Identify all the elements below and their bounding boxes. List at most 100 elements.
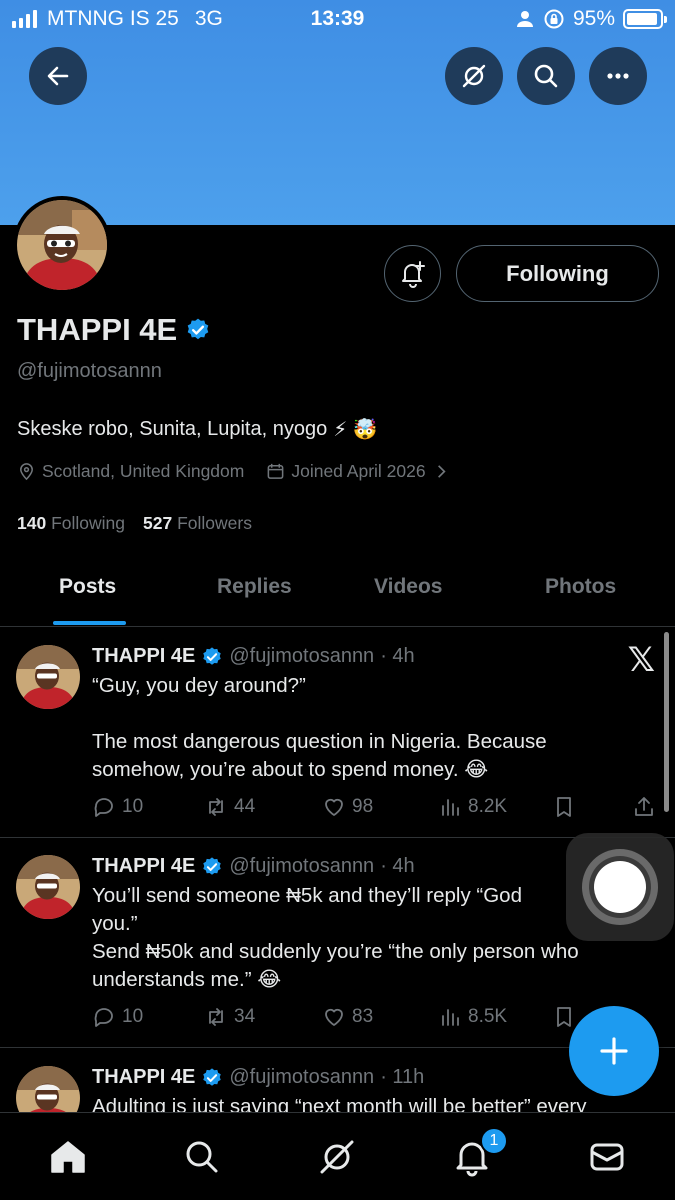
tab-replies[interactable]: Replies xyxy=(217,575,292,599)
views-button[interactable]: 8.2K xyxy=(438,795,507,819)
view-count: 8.5K xyxy=(468,1006,508,1027)
post-actions: 10 44 98 8.2K xyxy=(92,795,662,825)
bio-text: Skeske robo, Sunita, Lupita, nyogo xyxy=(17,418,328,440)
calendar-icon xyxy=(267,463,284,479)
like-count: 83 xyxy=(352,1006,374,1027)
post-text-line: Adulting is just saying “next month will… xyxy=(92,1095,587,1112)
arrow-left-icon xyxy=(47,66,69,86)
post-author-handle: @fujimotosannn xyxy=(229,645,375,667)
post-text-line: somehow, you’re about to spend money. 😂 xyxy=(92,758,489,781)
reply-icon xyxy=(94,1008,113,1027)
post-avatar[interactable] xyxy=(16,1066,80,1112)
post-text-line: understands me.” 😂 xyxy=(92,968,282,991)
profile-location: Scotland, United Kingdom xyxy=(42,461,245,481)
back-button[interactable] xyxy=(29,47,87,105)
views-icon xyxy=(442,799,459,816)
tab-videos[interactable]: Videos xyxy=(374,575,442,599)
status-bar: MTNNG IS 25 3G 13:39 95% xyxy=(0,0,675,38)
repost-button[interactable]: 34 xyxy=(204,1005,255,1029)
search-icon xyxy=(534,64,558,88)
post-author-handle: @fujimotosannn xyxy=(229,1066,375,1088)
assistive-touch-button[interactable] xyxy=(566,833,674,941)
tab-posts[interactable]: Posts xyxy=(59,575,116,599)
verified-badge-icon xyxy=(203,1067,222,1086)
reply-icon xyxy=(94,798,113,817)
verified-badge-icon[interactable] xyxy=(185,317,211,343)
post-text-line xyxy=(92,700,652,728)
bell-plus-icon xyxy=(401,260,425,288)
post-text: Adulting is just saying “next month will… xyxy=(92,1093,652,1112)
post-author-name[interactable]: THAPPI 4E xyxy=(92,1066,195,1089)
share-icon xyxy=(635,797,653,816)
views-icon xyxy=(442,1009,459,1026)
post-header: THAPPI 4E @fujimotosannn · 11h xyxy=(92,1066,424,1089)
post-time: · 4h xyxy=(380,645,415,667)
notify-bell-button[interactable] xyxy=(384,245,441,302)
repost-icon xyxy=(209,798,223,816)
chevron-right-icon[interactable] xyxy=(432,462,451,481)
post-author-name[interactable]: THAPPI 4E xyxy=(92,645,195,668)
profile-joined: Joined April 2026 xyxy=(291,461,426,481)
repost-button[interactable]: 44 xyxy=(204,795,255,819)
post[interactable]: THAPPI 4E @fujimotosannn · 4h 𝕏 “Guy, yo… xyxy=(0,628,675,838)
following-button[interactable]: Following xyxy=(456,245,659,302)
followers-count: 527 xyxy=(143,513,173,533)
rotation-lock-icon xyxy=(544,9,564,29)
post-author-name[interactable]: THAPPI 4E xyxy=(92,855,195,878)
grok-icon xyxy=(462,64,486,88)
profile-handle: @fujimotosannn xyxy=(17,360,162,382)
followers-label: Followers xyxy=(177,513,252,533)
bottom-nav: 1 xyxy=(0,1112,675,1200)
scrollbar[interactable] xyxy=(664,632,669,812)
reply-button[interactable]: 10 xyxy=(92,1005,143,1029)
heart-icon xyxy=(325,1008,343,1026)
grok-icon xyxy=(320,1140,354,1174)
view-count: 8.2K xyxy=(468,796,508,817)
like-count: 98 xyxy=(352,796,374,817)
tab-photos[interactable]: Photos xyxy=(545,575,616,599)
post-time: · 4h xyxy=(380,855,415,877)
post-author-handle: @fujimotosannn xyxy=(229,855,375,877)
search-button[interactable] xyxy=(517,47,575,105)
post-text-line: Send ₦50k and suddenly you’re “the only … xyxy=(92,940,579,963)
bookmark-button[interactable] xyxy=(552,795,576,819)
reply-button[interactable]: 10 xyxy=(92,795,143,819)
grok-button[interactable] xyxy=(445,47,503,105)
post-avatar[interactable] xyxy=(16,645,80,709)
repost-count: 44 xyxy=(234,796,256,817)
bookmark-icon xyxy=(557,1007,571,1027)
reply-count: 10 xyxy=(122,796,144,817)
profile-avatar[interactable] xyxy=(13,196,111,294)
bookmark-icon xyxy=(557,797,571,817)
like-button[interactable]: 83 xyxy=(322,1005,373,1029)
post-time: · 11h xyxy=(380,1066,425,1088)
compose-button[interactable] xyxy=(569,1006,659,1096)
bio-emojis: ⚡ 🤯 xyxy=(333,419,378,441)
share-button[interactable] xyxy=(632,795,656,819)
followers-link[interactable]: 527 Followers xyxy=(143,513,252,534)
active-tab-indicator xyxy=(53,621,126,625)
battery-percent: 95% xyxy=(572,7,615,30)
nav-grok[interactable] xyxy=(315,1135,359,1179)
nav-search[interactable] xyxy=(180,1135,224,1179)
verified-badge-icon xyxy=(203,646,222,665)
profile-tabs: Posts Replies Videos Photos xyxy=(0,555,675,627)
post-avatar[interactable] xyxy=(16,855,80,919)
bookmark-button[interactable] xyxy=(552,1005,576,1029)
profile-meta: Scotland, United Kingdom Joined April 20… xyxy=(17,461,451,482)
following-label: Following xyxy=(51,513,126,533)
notification-badge: 1 xyxy=(480,1127,508,1155)
verified-badge-icon xyxy=(203,856,222,875)
following-link[interactable]: 140 Following xyxy=(17,513,125,534)
nav-home[interactable] xyxy=(46,1135,90,1179)
like-button[interactable]: 98 xyxy=(322,795,373,819)
more-button[interactable] xyxy=(589,47,647,105)
location-icon xyxy=(20,463,33,481)
home-icon xyxy=(51,1141,85,1173)
views-button[interactable]: 8.5K xyxy=(438,1005,507,1029)
reply-count: 10 xyxy=(122,1006,144,1027)
follow-counts: 140 Following 527 Followers xyxy=(17,513,252,534)
following-count: 140 xyxy=(17,513,47,533)
plus-icon xyxy=(600,1037,628,1065)
nav-messages[interactable] xyxy=(585,1135,629,1179)
